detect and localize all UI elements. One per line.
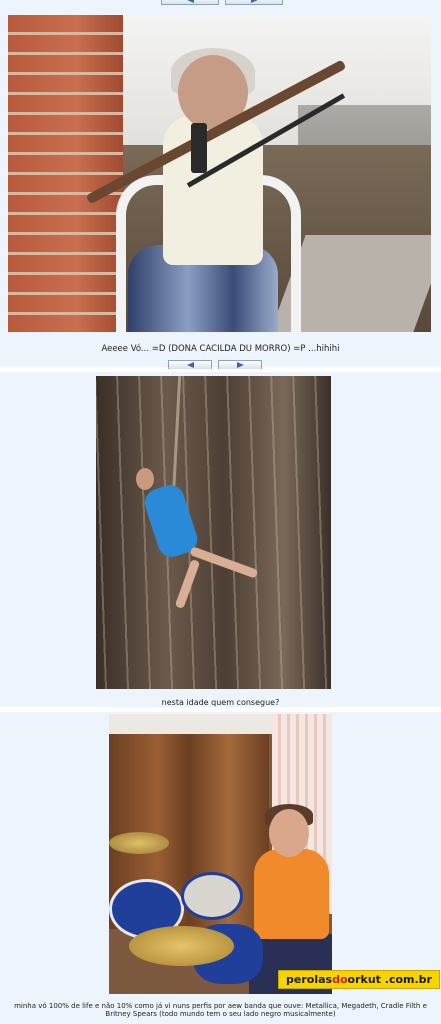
orange-shirt xyxy=(254,849,329,939)
watermark-text-accent: do xyxy=(332,973,348,986)
photo-woman-tree-rope[interactable] xyxy=(96,376,331,689)
drum xyxy=(181,872,243,920)
leg xyxy=(189,546,259,579)
post-caption: nesta idade quem consegue? xyxy=(161,698,280,707)
leg xyxy=(174,558,201,610)
top-nav-buttons xyxy=(161,0,283,5)
cymbal xyxy=(109,832,169,854)
cymbal xyxy=(129,926,234,966)
perolasdoorkut-watermark: perolas do orkut .com.br xyxy=(278,970,440,989)
arrow-right-icon xyxy=(250,0,258,3)
prev-button[interactable] xyxy=(161,0,219,5)
photo-grandma-drums[interactable] xyxy=(109,714,332,994)
head xyxy=(136,468,154,490)
post-panel-1: Aeeee Vó... =D (DONA CACILDA DU MORRO) =… xyxy=(0,0,441,370)
watermark-text: perolas xyxy=(286,973,333,986)
pistol xyxy=(191,123,207,173)
arrow-left-icon xyxy=(186,362,194,368)
watermark-text: orkut xyxy=(347,973,381,986)
watermark-text: .com.br xyxy=(384,973,432,986)
post-caption: minha vó 100% de life e não 10% como já … xyxy=(14,1002,427,1018)
blurred-face xyxy=(269,809,309,857)
photo-grandma-rifle[interactable] xyxy=(8,15,431,332)
arrow-right-icon xyxy=(236,362,244,368)
brick-pillar xyxy=(8,15,123,332)
post-caption: Aeeee Vó... =D (DONA CACILDA DU MORRO) =… xyxy=(101,344,340,354)
next-button[interactable] xyxy=(225,0,283,5)
arrow-left-icon xyxy=(186,0,194,3)
